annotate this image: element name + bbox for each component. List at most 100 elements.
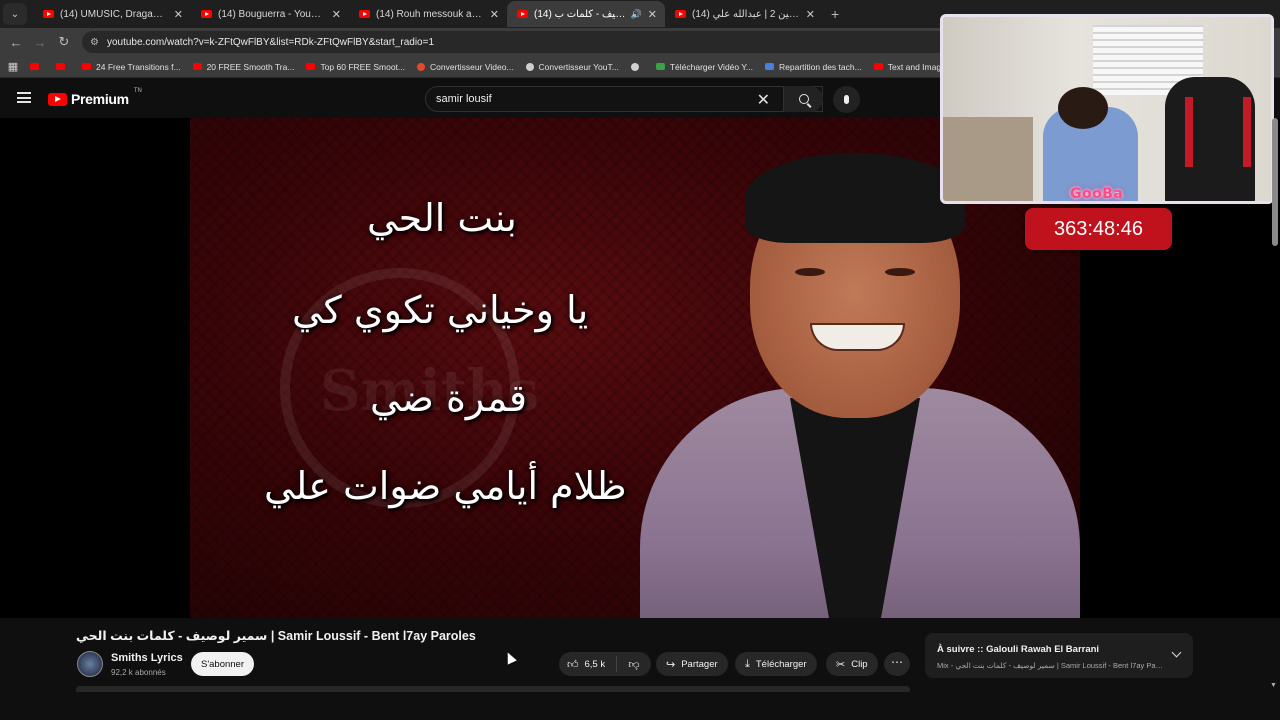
bookmark-item[interactable]: Repartition des tach...: [765, 62, 862, 72]
channel-name[interactable]: Smiths Lyrics: [111, 652, 183, 664]
hair-shape: [745, 153, 965, 243]
bookmark-item[interactable]: Top 60 FREE Smoot...: [306, 62, 405, 72]
more-dots-icon: ⋯: [891, 655, 903, 669]
browser-tab[interactable]: (14) تحدي الثلاثين 2 | عبدالله علي ✕: [665, 1, 823, 27]
eye-shape: [795, 268, 825, 276]
subscriber-count: 92,2 k abonnés: [111, 668, 166, 677]
url-text: youtube.com/watch?v=k-ZFtQwFlBY&list=RDk…: [106, 36, 435, 48]
channel-avatar[interactable]: [77, 651, 103, 677]
youtube-icon: [30, 63, 39, 70]
globe-icon: [630, 62, 639, 71]
tab-close-icon[interactable]: ✕: [174, 8, 183, 21]
video-title: سمير لوصيف - كلمات بنت الحي | Samir Lous…: [76, 629, 476, 643]
lyric-line: قمرة ضي: [370, 376, 528, 420]
bookmark-item[interactable]: 20 FREE Smooth Tra...: [192, 62, 294, 72]
menu-hamburger-icon[interactable]: [17, 92, 31, 103]
browser-tab[interactable]: (14) UMUSIC, Draganov - 3dab ✕: [33, 1, 191, 27]
up-next-title: À suivre :: Galouli Rawah El Barrani: [937, 644, 1100, 655]
lyric-line: يا وخياني تكوي كي: [292, 288, 589, 332]
tab-title: (14) سمير لوصيف - كلمات ب: [534, 8, 627, 20]
stream-timer: 363:48:46: [1025, 208, 1172, 250]
browser-tab[interactable]: (14) Bouguerra - YouTube ✕: [191, 1, 349, 27]
docs-icon: [765, 63, 774, 70]
tab-search-menu[interactable]: ⌄: [3, 3, 27, 25]
youtube-favicon-icon: [201, 10, 212, 18]
share-icon: ↪: [666, 658, 676, 671]
lyric-line: ظلام أيامي ضوات علي: [264, 464, 627, 508]
youtube-icon: [82, 63, 91, 70]
download-icon: [655, 63, 665, 70]
smile-shape: [810, 323, 905, 351]
up-next-card[interactable]: À suivre :: Galouli Rawah El Barrani Mix…: [925, 633, 1193, 678]
speaker-icon[interactable]: 🔊: [631, 9, 642, 20]
youtube-play-icon: [48, 92, 67, 106]
eye-shape: [885, 268, 915, 276]
download-button[interactable]: ⤓ Télécharger: [735, 652, 817, 676]
new-tab-icon[interactable]: +: [831, 6, 839, 22]
webcam-overlay: [940, 14, 1274, 204]
youtube-icon: [56, 63, 65, 70]
tab-title: (14) تحدي الثلاثين 2 | عبدالله علي: [692, 8, 800, 20]
tab-close-icon[interactable]: ✕: [648, 8, 657, 21]
bookmark-item[interactable]: [630, 62, 644, 71]
bookmark-item[interactable]: 24 Free Transitions f...: [82, 62, 181, 72]
webcam-gaming-chair: [1165, 77, 1255, 201]
youtube-icon: [192, 63, 202, 70]
like-dislike-group: 👍︎ 6,5 k 👎︎: [559, 652, 651, 676]
tab-close-icon[interactable]: ✕: [332, 8, 341, 21]
clip-button[interactable]: ✂ Clip: [826, 652, 878, 676]
search-icon: [798, 94, 809, 104]
description-box[interactable]: [76, 686, 910, 692]
webcam-person-head: [1058, 87, 1108, 129]
scissors-icon: ✂: [836, 658, 846, 671]
dislike-button[interactable]: 👎︎: [617, 658, 651, 671]
browser-tab[interactable]: (14) Rouh messouk amar - You ✕: [349, 1, 507, 27]
subscribe-button[interactable]: S'abonner: [191, 652, 254, 676]
youtube-favicon-icon: [359, 10, 370, 18]
thumbs-down-icon: 👎︎: [628, 658, 640, 671]
apps-grid-icon[interactable]: ▦: [0, 60, 26, 73]
voice-search-button[interactable]: [833, 86, 860, 113]
youtube-premium-logo[interactable]: Premium TN: [48, 88, 142, 107]
singer-image: [640, 148, 1080, 618]
site-info-icon[interactable]: ⚙: [90, 37, 99, 48]
streamer-name-badge: GooBa: [1070, 186, 1124, 202]
clear-search-icon[interactable]: ✕: [757, 90, 770, 110]
youtube-favicon-icon: [675, 10, 686, 18]
video-info-panel: سمير لوصيف - كلمات بنت الحي | Samir Lous…: [0, 618, 1280, 720]
bookmark-item[interactable]: Convertisseur YouT...: [525, 62, 619, 72]
search-button[interactable]: [783, 86, 823, 112]
reload-icon[interactable]: ↻: [52, 34, 76, 50]
back-arrow-icon[interactable]: ←: [4, 35, 28, 50]
tab-title: (14) Rouh messouk amar - You: [376, 8, 484, 20]
like-button[interactable]: 👍︎ 6,5 k: [559, 656, 617, 672]
search-input[interactable]: samir lousif ✕: [425, 86, 823, 112]
bookmark-item[interactable]: [30, 63, 44, 70]
download-icon: ⤓: [745, 657, 750, 670]
tab-close-icon[interactable]: ✕: [490, 8, 499, 21]
gear-icon: [525, 62, 534, 71]
page-scrollbar[interactable]: [1272, 118, 1278, 246]
youtube-favicon-icon: [517, 10, 528, 18]
chevron-down-icon[interactable]: [1171, 647, 1182, 658]
scroll-down-arrow-icon[interactable]: ▼: [1270, 682, 1277, 689]
up-next-subtitle: Mix - سمير لوصيف - كلمات بنت الحي | Sami…: [937, 661, 1165, 670]
lyric-line: بنت الحي: [367, 196, 517, 240]
youtube-icon: [306, 63, 316, 70]
forward-arrow-icon[interactable]: →: [28, 35, 52, 50]
microphone-icon: [844, 95, 849, 104]
more-actions-button[interactable]: ⋯: [884, 652, 910, 676]
browser-tab-active[interactable]: (14) سمير لوصيف - كلمات ب 🔊 ✕: [507, 1, 665, 27]
share-button[interactable]: ↪ Partager: [656, 652, 728, 676]
bookmark-item[interactable]: Télécharger Vidéo Y...: [655, 62, 753, 72]
search-query-text: samir lousif: [436, 93, 492, 105]
tab-close-icon[interactable]: ✕: [806, 8, 815, 21]
youtube-icon: [873, 63, 883, 70]
bookmark-item[interactable]: Convertisseur Video...: [417, 62, 514, 72]
tab-title: (14) UMUSIC, Draganov - 3dab: [60, 8, 168, 20]
bookmark-item[interactable]: [56, 63, 70, 70]
youtube-favicon-icon: [43, 10, 54, 18]
tab-title: (14) Bouguerra - YouTube: [218, 8, 326, 20]
webcam-sofa: [943, 117, 1033, 201]
thumbs-up-icon: 👍︎: [567, 658, 579, 671]
